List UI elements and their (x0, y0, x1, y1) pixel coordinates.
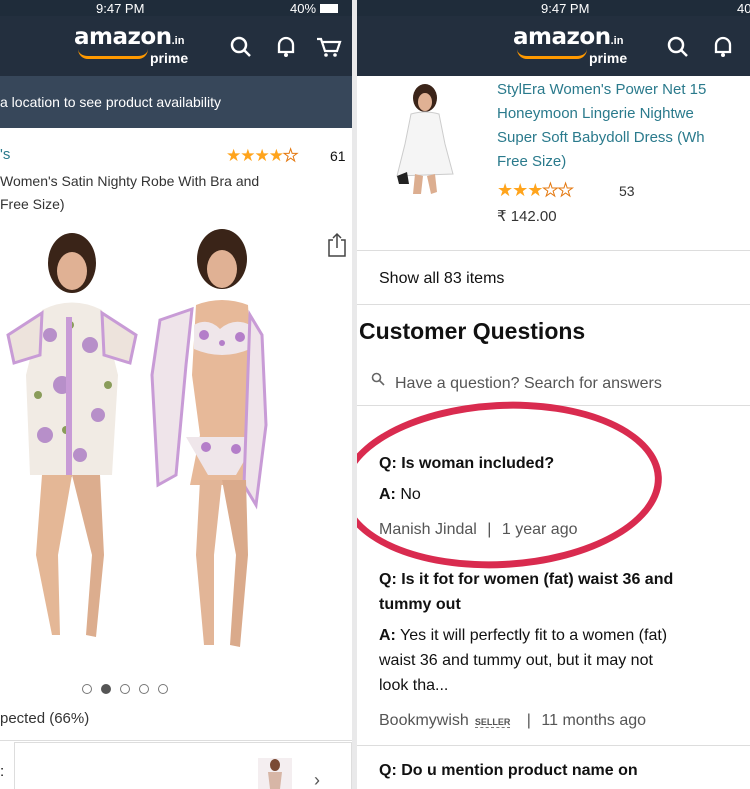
product-thumbnail (258, 758, 292, 789)
rating-stars-right: ★★★★★ (497, 180, 574, 201)
search-placeholder: Have a question? Search for answers (395, 375, 662, 392)
customer-questions-heading: Customer Questions (359, 318, 586, 344)
search-icon-right[interactable] (667, 36, 689, 58)
app-header: amazon.in prime (0, 16, 352, 76)
highlight-circle (357, 393, 667, 577)
rating-count[interactable]: 61 (330, 148, 346, 164)
bell-icon-right[interactable] (713, 36, 733, 58)
product-title-line2[interactable]: Free Size) (0, 196, 65, 212)
prime-label-right: prime (589, 50, 628, 66)
product-image[interactable] (0, 225, 300, 670)
product-image-right[interactable] (381, 84, 461, 201)
right-screenshot: 9:47 PM 40 amazon.in prime StylEra Women… (357, 0, 750, 789)
amazon-logo[interactable]: amazon.in prime (74, 24, 188, 66)
search-icon-small (371, 372, 385, 391)
question-3: Q: Do u mention product name on (379, 762, 638, 779)
amazon-logo-right[interactable]: amazon.in prime (513, 24, 627, 66)
rating-count-right[interactable]: 53 (619, 183, 635, 199)
carousel-dots[interactable] (82, 681, 177, 699)
app-header-right: amazon.in prime (357, 16, 750, 76)
question-2-line1: Q: Is it fot for women (fat) waist 36 an… (379, 571, 674, 588)
left-screenshot: 9:47 PM 40% amazon.in prime a location t… (0, 0, 352, 789)
answer-2-author[interactable]: Bookmywish (379, 712, 469, 729)
bottom-card[interactable] (14, 742, 352, 789)
seller-badge: SELLER (474, 717, 511, 728)
bell-icon[interactable] (276, 36, 296, 58)
status-time-right: 9:47 PM (541, 1, 590, 16)
prime-label: prime (150, 50, 189, 66)
brand-link[interactable]: 's (0, 146, 10, 163)
share-icon[interactable] (326, 232, 348, 263)
status-time: 9:47 PM (96, 1, 145, 16)
location-banner[interactable]: a location to see product availability (0, 76, 352, 128)
answer-2-line3: look tha... (379, 677, 449, 694)
answer-2-line1: A: Yes it will perfectly fit to a women … (379, 627, 668, 644)
answer-2-line2: waist 36 and tummy out, but it may not (379, 652, 653, 669)
search-icon[interactable] (230, 36, 252, 58)
question-2-line2: tummy out (379, 596, 461, 613)
price: ₹ 142.00 (497, 208, 557, 225)
show-all-link[interactable]: Show all 83 items (379, 270, 504, 288)
product-title-right[interactable]: StylEra Women's Power Net 15 Honeymoon L… (497, 78, 750, 174)
expected-text: pected (66%) (0, 710, 90, 727)
product-title-line1[interactable]: Women's Satin Nighty Robe With Bra and (0, 173, 259, 189)
cart-icon[interactable] (316, 36, 342, 58)
status-bar-right: 9:47 PM 40 (357, 0, 750, 16)
rating-stars: ★★★★★ (226, 146, 299, 166)
status-battery-right: 40 (737, 1, 750, 16)
answer-2-meta: Bookmywish SELLER | 11 months ago (379, 712, 647, 729)
status-battery: 40% (290, 1, 317, 16)
question-search-input[interactable]: Have a question? Search for answers (357, 362, 750, 406)
answer-2-time: 11 months ago (541, 712, 647, 729)
bottom-label: : (0, 763, 5, 780)
battery-icon (320, 4, 338, 13)
chevron-right-icon[interactable]: › (314, 770, 320, 789)
status-bar: 9:47 PM 40% (0, 0, 352, 16)
